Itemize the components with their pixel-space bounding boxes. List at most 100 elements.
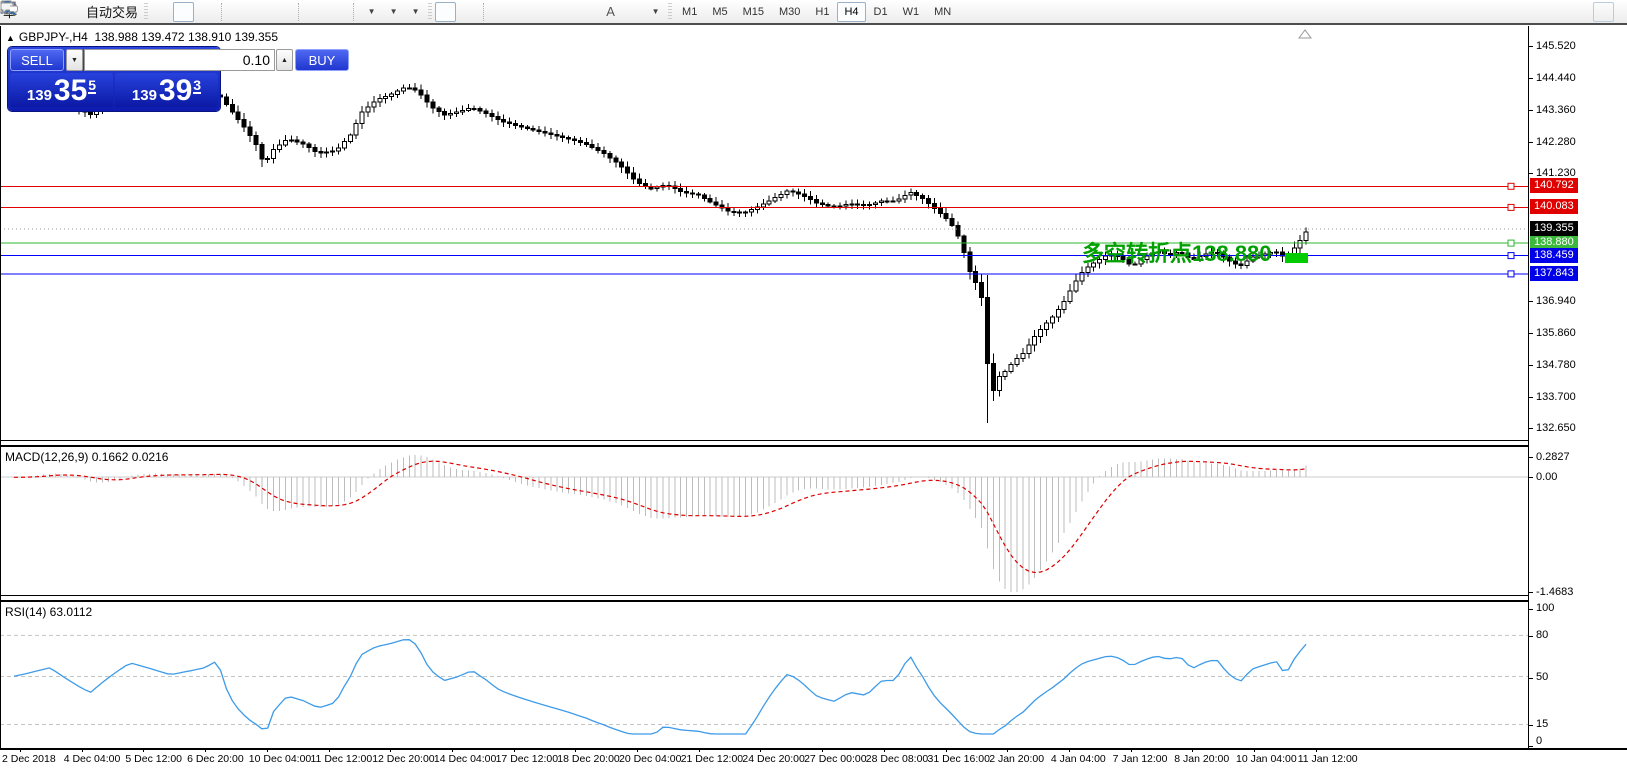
chat-icon[interactable] (0, 1, 1614, 22)
price-level-badge: 139.355 (1530, 221, 1578, 236)
vertical-line-icon[interactable] (6, 1, 511, 22)
timeframe-button-m30[interactable]: M30 (772, 2, 807, 22)
candle (654, 186, 660, 190)
trendline-icon[interactable] (1, 1, 555, 22)
level-line-handle[interactable] (1507, 203, 1515, 211)
sell-button[interactable]: SELL (10, 49, 64, 71)
price-axis-label: 132.650 (1536, 422, 1576, 434)
sell-price-display[interactable]: 139 35 5 (10, 73, 113, 107)
panel-splitter[interactable] (0, 440, 1627, 447)
dropdown-arrow-icon: ▼ (411, 7, 420, 16)
volume-up-button[interactable]: ▲ (276, 49, 293, 71)
timeframe-button-m5[interactable]: M5 (705, 2, 734, 22)
macd-panel[interactable]: MACD(12,26,9) 0.1662 0.0216 (0, 447, 1627, 595)
market-watch-icon[interactable] (0, 1, 60, 22)
autotrading-button[interactable]: 自动交易 (1, 2, 141, 22)
text-icon[interactable]: A (600, 2, 621, 22)
candlestick-chart-icon[interactable] (2, 1, 195, 22)
rsi-panel[interactable]: RSI(14) 63.0112 (0, 602, 1627, 748)
dropdown-arrow-icon: ▼ (389, 7, 398, 16)
periods-clock-icon[interactable]: ▼ (1, 0, 403, 22)
text-label-icon[interactable]: T (1, 1, 643, 22)
candle (849, 203, 855, 206)
price-axis-label: 144.440 (1536, 72, 1576, 84)
zoom-in-icon[interactable] (1, 1, 249, 22)
auto-scroll-icon[interactable] (2, 2, 326, 22)
candle (465, 108, 471, 111)
candle (1049, 316, 1055, 324)
candle (1297, 240, 1303, 249)
timeframe-button-m15[interactable]: M15 (736, 2, 771, 22)
macd-plot[interactable] (0, 447, 1528, 595)
panel-splitter[interactable] (0, 595, 1627, 602)
time-axis-label: 8 Jan 20:00 (1174, 753, 1230, 765)
price-axis-column[interactable]: 145.520 144.440 143.360 142.280 141.230 136.9… (1528, 26, 1627, 748)
search-icon[interactable] (1, 1, 1583, 22)
chart-annotation-text[interactable]: 多空转折点138.880 (1082, 236, 1272, 268)
equidistant-channel-icon[interactable]: E (1, 1, 577, 22)
candle (878, 200, 884, 204)
candle (1274, 251, 1280, 254)
timeframe-button-d1[interactable]: D1 (867, 2, 895, 22)
chart-shift-icon[interactable] (2, 2, 348, 22)
price-chart-panel[interactable]: ▲ GBPJPY-,H4 138.988 139.472 138.910 139.… (0, 26, 1627, 440)
time-axis-tick (1192, 748, 1194, 752)
time-axis[interactable]: 2 Dec 2018 4 Dec 04:00 5 Dec 12:00 6 Dec 20… (0, 748, 1627, 773)
volume-down-button[interactable]: ▼ (66, 49, 83, 71)
time-axis-label: 11 Jan 12:00 (1297, 753, 1358, 765)
crosshair-icon[interactable] (1, 1, 478, 22)
candle (542, 131, 548, 134)
timeframe-button-h4[interactable]: H4 (837, 1, 866, 22)
cursor-icon[interactable] (2, 1, 457, 22)
timeframe-button-w1[interactable]: W1 (896, 2, 927, 22)
candle (973, 271, 979, 284)
time-axis-label: 18 Dec 20:00 (557, 753, 620, 765)
collapse-arrow-icon[interactable]: ▲ (6, 33, 15, 43)
time-axis-tick (760, 748, 762, 752)
timeframe-button-mn[interactable]: MN (927, 2, 958, 22)
candle (560, 135, 566, 138)
candle (896, 198, 902, 202)
time-axis-tick (143, 748, 145, 752)
rsi-plot[interactable] (0, 602, 1528, 748)
line-chart-icon[interactable] (0, 1, 216, 22)
buy-price-display[interactable]: 139 39 3 (115, 73, 218, 107)
candle (607, 152, 613, 159)
candle (424, 94, 430, 103)
candle (908, 191, 914, 196)
horizontal-line-icon[interactable] (1, 2, 533, 22)
toolbar-grip (428, 2, 433, 21)
new-order-icon[interactable] (0, 2, 38, 22)
candle (94, 110, 100, 116)
candlestick-chart[interactable] (0, 26, 1528, 440)
time-axis-tick (266, 748, 268, 752)
buy-button[interactable]: BUY (295, 49, 349, 71)
zoom-out-icon[interactable] (1, 1, 271, 22)
arrows-shapes-icon[interactable]: ▼ (2, 2, 665, 22)
candle (507, 121, 513, 125)
autotrading-label: 自动交易 (86, 5, 139, 20)
timeframe-button-h1[interactable]: H1 (808, 2, 836, 22)
indicators-icon[interactable]: ▼ (1, 0, 381, 22)
level-line-handle[interactable] (1507, 239, 1515, 247)
level-line-handle[interactable] (1507, 270, 1515, 278)
fibonacci-icon[interactable]: F (1, 2, 599, 22)
candle (813, 199, 819, 204)
candle (235, 111, 241, 120)
tile-windows-icon[interactable] (0, 1, 293, 22)
candle (985, 297, 990, 365)
level-line-handle[interactable] (1507, 182, 1515, 190)
candle (518, 124, 524, 128)
time-axis-tick (1068, 748, 1070, 752)
annotation-highlight-marker[interactable] (1285, 253, 1308, 263)
news-radio-icon[interactable] (1, 1, 82, 22)
timeframe-button-m1[interactable]: M1 (675, 2, 704, 22)
templates-icon[interactable]: ▼ (0, 1, 425, 22)
candle (400, 87, 406, 92)
bar-chart-icon[interactable] (2, 2, 172, 22)
volume-input[interactable] (84, 49, 275, 71)
level-line-handle[interactable] (1507, 252, 1515, 260)
toolbar-separator (483, 2, 485, 21)
time-axis-tick (1254, 748, 1255, 752)
macd-axis-tick (1528, 457, 1533, 458)
